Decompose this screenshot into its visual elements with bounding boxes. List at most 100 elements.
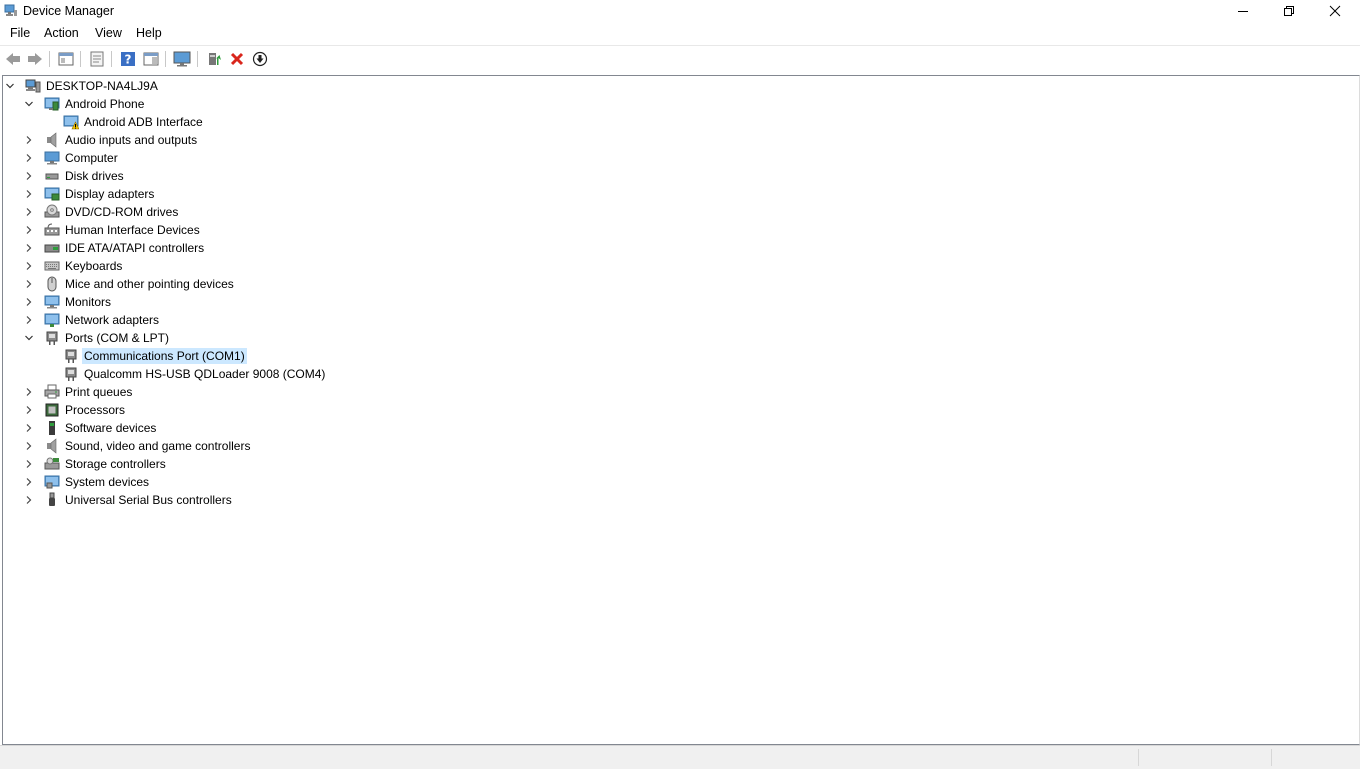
show-hide-console-tree-button[interactable] — [57, 50, 75, 68]
tree-category-human-interface-devices[interactable]: Human Interface Devices — [44, 221, 202, 239]
tree-category-dvd-cd-rom-drives[interactable]: DVD/CD-ROM drives — [44, 203, 180, 221]
tree-item-label: DESKTOP-NA4LJ9A — [46, 79, 158, 93]
tree-item-label: Display adapters — [65, 187, 155, 201]
tree-category-ports-com-lpt[interactable]: Ports (COM & LPT) — [44, 329, 171, 347]
update-driver-button[interactable] — [205, 50, 223, 68]
chevron-right-icon[interactable] — [24, 189, 34, 199]
tree-category-keyboards[interactable]: Keyboards — [44, 257, 124, 275]
processor-icon — [45, 403, 59, 417]
chevron-right-icon[interactable] — [24, 243, 34, 253]
window-title: Device Manager — [23, 4, 115, 18]
close-button[interactable] — [1312, 0, 1358, 22]
chevron-right-icon[interactable] — [24, 225, 34, 235]
tree-device-item[interactable]: Qualcomm HS-USB QDLoader 9008 (COM4) — [63, 365, 327, 383]
uninstall-icon — [230, 52, 244, 66]
tree-item-label: Ports (COM & LPT) — [65, 331, 170, 345]
tree-root-computer[interactable]: DESKTOP-NA4LJ9A — [25, 77, 160, 95]
tree-category-sound-video-and-game-controllers[interactable]: Sound, video and game controllers — [44, 437, 252, 455]
tree-category-storage-controllers[interactable]: Storage controllers — [44, 455, 168, 473]
display-adapter-icon — [44, 187, 60, 201]
back-icon — [6, 53, 20, 65]
tree-category-display-adapters[interactable]: Display adapters — [44, 185, 156, 203]
menu-action[interactable]: Action — [42, 26, 81, 40]
status-separator — [1271, 749, 1272, 766]
toolbar-separator — [165, 51, 166, 67]
tree-category-computer[interactable]: Computer — [44, 149, 120, 167]
scan-hardware-button[interactable] — [173, 50, 191, 68]
chevron-right-icon[interactable] — [24, 135, 34, 145]
status-bar — [0, 745, 1360, 769]
chevron-right-icon[interactable] — [24, 459, 34, 469]
keyboard-icon — [44, 261, 60, 271]
tree-item-label: Communications Port (COM1) — [82, 348, 247, 364]
tree-device-item[interactable]: Communications Port (COM1) — [63, 347, 247, 365]
tree-device-item[interactable]: Android ADB Interface — [63, 113, 205, 131]
tree-category-software-devices[interactable]: Software devices — [44, 419, 158, 437]
chevron-down-icon[interactable] — [24, 99, 34, 109]
uninstall-device-button[interactable] — [228, 50, 246, 68]
tree-item-label: Audio inputs and outputs — [65, 133, 198, 147]
warning-device-icon — [63, 115, 79, 130]
close-icon — [1329, 5, 1341, 17]
tree-category-ide-ata-atapi-controllers[interactable]: IDE ATA/ATAPI controllers — [44, 239, 206, 257]
printer-icon — [44, 384, 60, 399]
port-icon — [65, 349, 77, 363]
action-pane-button[interactable] — [142, 50, 160, 68]
chevron-right-icon[interactable] — [24, 297, 34, 307]
chevron-right-icon[interactable] — [24, 387, 34, 397]
network-icon — [44, 313, 60, 327]
storage-icon — [44, 457, 60, 470]
tree-item-label: Processors — [65, 403, 126, 417]
show-hide-console-tree-icon — [58, 52, 74, 66]
menu-view[interactable]: View — [93, 26, 124, 40]
disable-device-icon — [252, 51, 268, 67]
forward-button[interactable] — [26, 50, 44, 68]
chevron-right-icon[interactable] — [24, 315, 34, 325]
toolbar: ? — [0, 45, 1360, 72]
minimize-button[interactable] — [1220, 0, 1266, 22]
tree-item-label: Monitors — [65, 295, 112, 309]
tree-item-label: Storage controllers — [65, 457, 166, 471]
ide-icon — [44, 244, 60, 253]
tree-item-label: Software devices — [65, 421, 157, 435]
chevron-right-icon[interactable] — [24, 153, 34, 163]
tree-category-disk-drives[interactable]: Disk drives — [44, 167, 126, 185]
mouse-icon — [47, 276, 57, 292]
device-tree[interactable]: DESKTOP-NA4LJ9A Android Phone Android ADB … — [2, 75, 1360, 745]
chevron-right-icon[interactable] — [24, 423, 34, 433]
chevron-down-icon[interactable] — [24, 333, 34, 343]
tree-item-label: System devices — [65, 475, 150, 489]
svg-text:?: ? — [125, 53, 132, 67]
tree-item-label: Human Interface Devices — [65, 223, 200, 237]
chevron-right-icon[interactable] — [24, 207, 34, 217]
help-button[interactable]: ? — [119, 50, 137, 68]
tree-category-processors[interactable]: Processors — [44, 401, 127, 419]
restore-icon — [1284, 6, 1294, 16]
properties-button[interactable] — [88, 50, 106, 68]
back-button[interactable] — [4, 50, 22, 68]
tree-category-system-devices[interactable]: System devices — [44, 473, 151, 491]
chevron-down-icon[interactable] — [5, 81, 15, 91]
tree-category-audio-inputs-and-outputs[interactable]: Audio inputs and outputs — [44, 131, 199, 149]
chevron-right-icon[interactable] — [24, 477, 34, 487]
restore-button[interactable] — [1266, 0, 1312, 22]
tree-category-mice-and-other-pointing-devices[interactable]: Mice and other pointing devices — [44, 275, 236, 293]
tree-category-print-queues[interactable]: Print queues — [44, 383, 134, 401]
chevron-right-icon[interactable] — [24, 279, 34, 289]
disable-device-button[interactable] — [251, 50, 269, 68]
monitor-icon — [44, 295, 60, 309]
chevron-right-icon[interactable] — [24, 441, 34, 451]
menu-file[interactable]: File — [8, 26, 32, 40]
menu-help[interactable]: Help — [134, 26, 164, 40]
toolbar-separator — [49, 51, 50, 67]
tree-category-universal-serial-bus-controllers[interactable]: Universal Serial Bus controllers — [44, 491, 234, 509]
tree-category-android-phone[interactable]: Android Phone — [44, 95, 146, 113]
tree-item-label: Sound, video and game controllers — [65, 439, 251, 453]
tree-category-network-adapters[interactable]: Network adapters — [44, 311, 161, 329]
chevron-right-icon[interactable] — [24, 171, 34, 181]
tree-category-monitors[interactable]: Monitors — [44, 293, 113, 311]
chevron-right-icon[interactable] — [24, 405, 34, 415]
chevron-right-icon[interactable] — [24, 261, 34, 271]
chevron-right-icon[interactable] — [24, 495, 34, 505]
tree-item-label: DVD/CD-ROM drives — [65, 205, 179, 219]
